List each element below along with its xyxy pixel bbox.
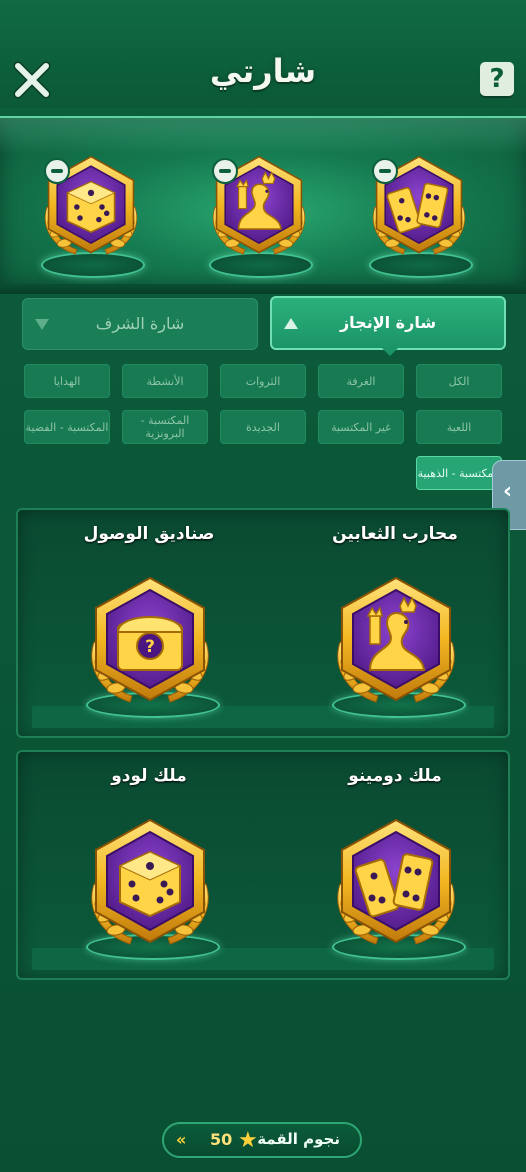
equipped-slot-2[interactable] (204, 148, 314, 278)
equipped-badges-showcase (0, 116, 526, 286)
top-stars-label: نجوم القمة (257, 1130, 340, 1148)
minus-icon[interactable] (44, 158, 70, 184)
filter-wealth[interactable]: الثروات (220, 364, 306, 398)
equipped-slot-1[interactable] (36, 148, 146, 278)
badge-card-arrival-boxes[interactable]: صناديق الوصول (64, 510, 234, 720)
filter-new[interactable]: الجديدة (220, 410, 306, 444)
badge-type-tabs: شارة الإنجاز شارة الشرف (0, 294, 526, 356)
treasure-chest-badge-icon (91, 577, 209, 703)
badge-card-ludo-king[interactable]: ملك لودو (64, 752, 234, 962)
badge-shelf-row-1: محارب الثعابين صناديق الوصول (16, 508, 510, 738)
badge-title: ملك لودو (111, 766, 187, 786)
tab-achievement-badge[interactable]: شارة الإنجاز (270, 296, 506, 356)
triangle-up-icon (284, 318, 298, 329)
tab-label: شارة الشرف (95, 314, 185, 333)
filter-room[interactable]: الغرفة (318, 364, 404, 398)
minus-icon[interactable] (372, 158, 398, 184)
filter-earned-bronze[interactable]: المكتسبة - البرونزية (122, 410, 208, 444)
shelf-divider (0, 284, 526, 294)
filter-activities[interactable]: الأنشطة (122, 364, 208, 398)
top-stars-button[interactable]: « 50 ★ نجوم القمة (162, 1122, 362, 1158)
badge-title: محارب الثعابين (332, 524, 458, 544)
badge-title: ملك دومينو (348, 766, 442, 786)
chevron-left-icon: ‹ (503, 479, 513, 504)
double-chevron-left-icon: « (176, 1130, 187, 1149)
filter-gifts[interactable]: الهدايا (24, 364, 110, 398)
triangle-down-icon (35, 319, 49, 330)
filter-all[interactable]: الكل (416, 364, 502, 398)
badge-card-snake-warrior[interactable]: محارب الثعابين (310, 510, 480, 720)
badge-title: صناديق الوصول (83, 524, 215, 544)
page-title: شارتي (209, 52, 317, 90)
help-button[interactable]: ? (480, 62, 514, 96)
header-bar: شارتي ? (0, 0, 526, 108)
filter-unearned[interactable]: غير المكتسبة (318, 410, 404, 444)
minus-icon[interactable] (212, 158, 238, 184)
snake-king-badge-icon (337, 577, 455, 703)
equipped-slot-3[interactable] (364, 148, 474, 278)
badge-card-domino-king[interactable]: ملك دومينو (310, 752, 480, 962)
filter-earned-silver[interactable]: المكتسبة - الفضية (24, 410, 110, 444)
dice-badge-icon (91, 819, 209, 945)
star-icon: ★ (238, 1128, 258, 1153)
tab-honor-badge[interactable]: شارة الشرف (22, 298, 258, 350)
tab-label: شارة الإنجاز (339, 313, 437, 332)
filter-earned-gold[interactable]: المكتسبة - الذهبية (416, 456, 502, 490)
filter-game[interactable]: اللعبة (416, 410, 502, 444)
domino-badge-icon (337, 819, 455, 945)
top-stars-count: 50 (210, 1130, 233, 1149)
badge-shelf-row-2: ملك دومينو ملك لودو (16, 750, 510, 980)
filter-chips: الكل الغرفة الثروات الأنشطة الهدايا اللع… (0, 360, 526, 500)
